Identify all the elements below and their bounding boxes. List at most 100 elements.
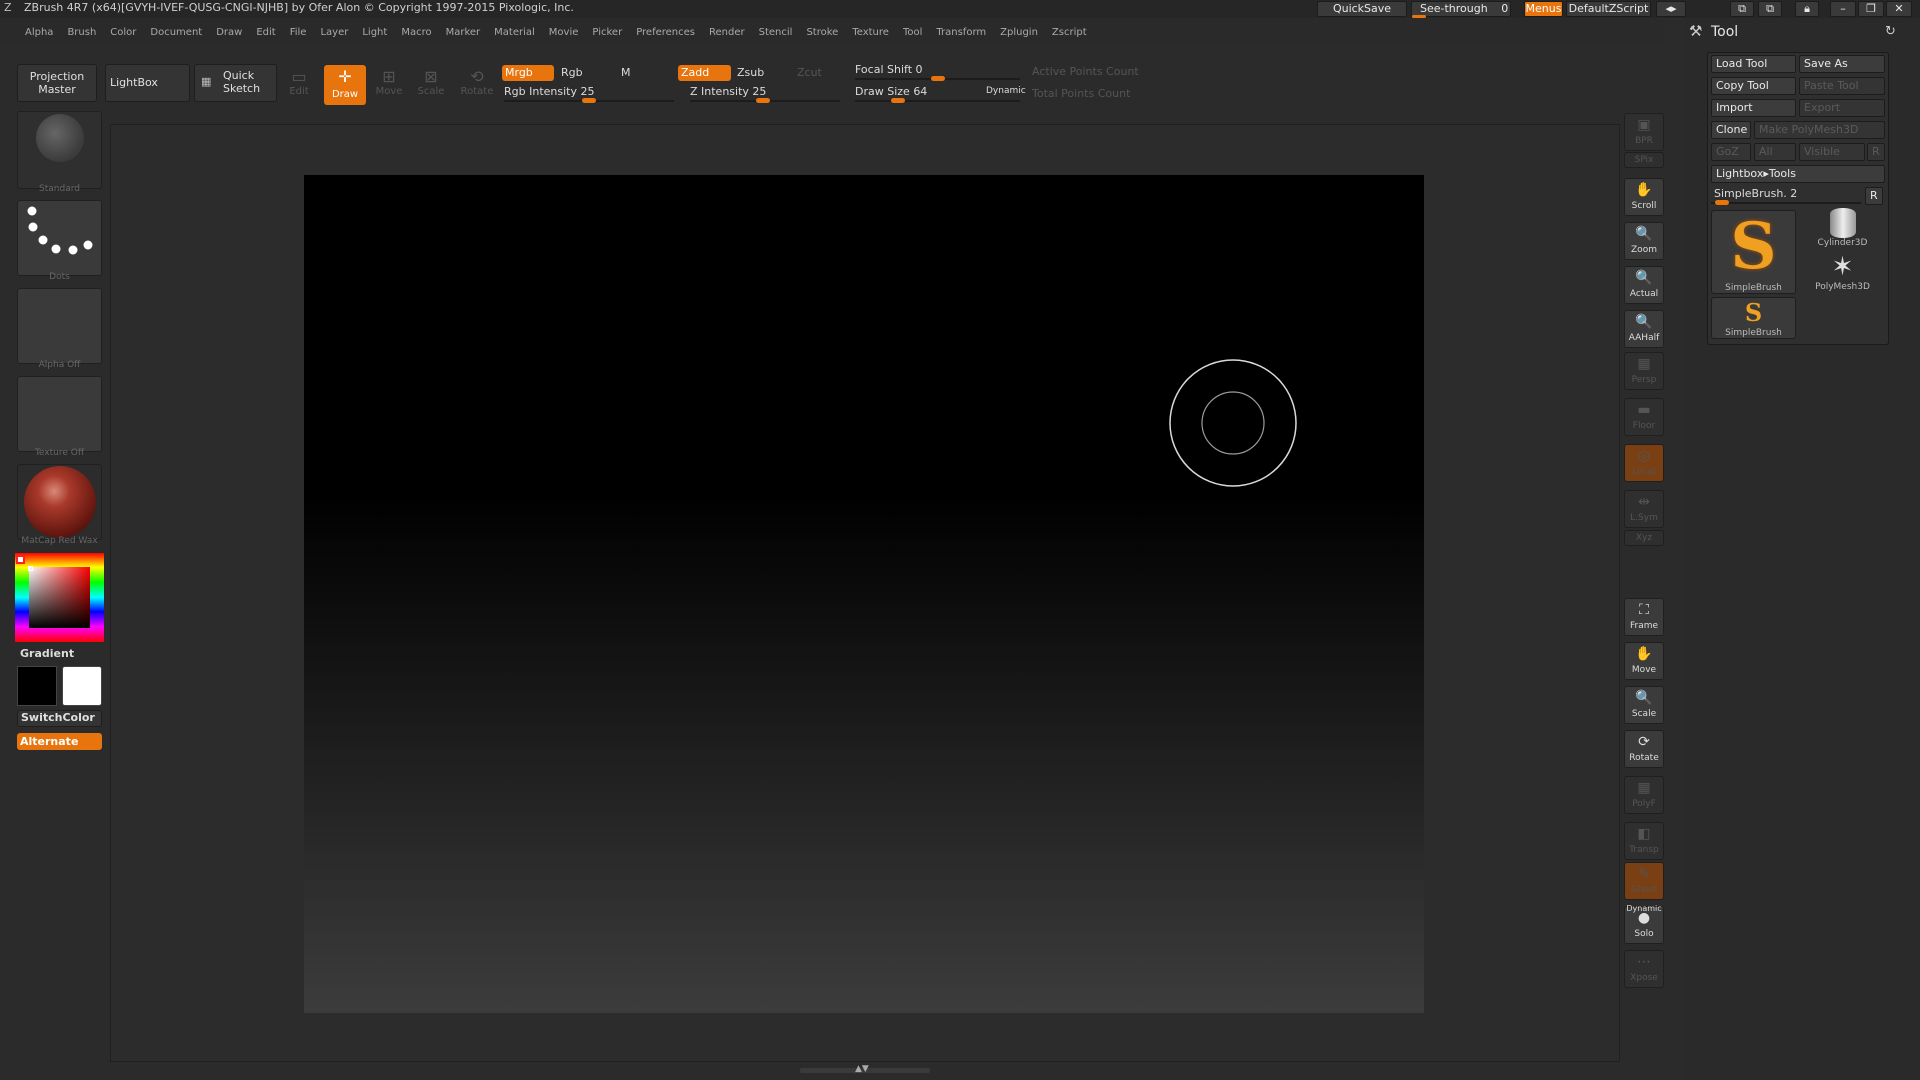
- menu-edit[interactable]: Edit: [249, 27, 282, 38]
- goz-button[interactable]: GoZ: [1711, 143, 1751, 161]
- right-tray-xpose-button[interactable]: ⋯ Xpose: [1624, 950, 1664, 988]
- mrgb-toggle[interactable]: Mrgb: [502, 65, 554, 81]
- layout-right-icon[interactable]: ⧉: [1758, 1, 1782, 17]
- move-button[interactable]: ⊞ Move: [374, 67, 404, 97]
- hue-marker[interactable]: [16, 555, 25, 564]
- menu-zscript[interactable]: Zscript: [1045, 27, 1094, 38]
- right-tray-scroll-button[interactable]: ✋ Scroll: [1624, 178, 1664, 216]
- see-through-knob[interactable]: [1412, 15, 1426, 18]
- right-tray-actual-button[interactable]: 🔍 Actual: [1624, 266, 1664, 304]
- menu-render[interactable]: Render: [702, 27, 752, 38]
- projection-master-button[interactable]: Projection Master: [17, 64, 97, 102]
- menu-light[interactable]: Light: [355, 27, 394, 38]
- brush-selector[interactable]: [17, 111, 102, 189]
- texture-selector[interactable]: [17, 376, 102, 452]
- tool-tile-simplebrush[interactable]: S SimpleBrush: [1711, 210, 1796, 294]
- zadd-toggle[interactable]: Zadd: [678, 65, 731, 81]
- restore-icon[interactable]: ❐: [1858, 1, 1884, 17]
- right-tray-lsym-button[interactable]: ⇹ L.Sym: [1624, 490, 1664, 528]
- menu-macro[interactable]: Macro: [394, 27, 438, 38]
- menu-picker[interactable]: Picker: [585, 27, 629, 38]
- zcut-toggle[interactable]: Zcut: [797, 65, 822, 81]
- lightbox-button[interactable]: LightBox: [105, 64, 190, 102]
- menu-material[interactable]: Material: [487, 27, 542, 38]
- secondary-color-swatch[interactable]: [62, 666, 102, 706]
- save-as-button[interactable]: Save As: [1799, 55, 1885, 73]
- main-color-swatch[interactable]: [17, 666, 57, 706]
- menu-transform[interactable]: Transform: [929, 27, 993, 38]
- edit-button[interactable]: ▭ Edit: [286, 67, 312, 97]
- dynamic-toggle[interactable]: Dynamic: [986, 86, 1026, 96]
- default-zscript-button[interactable]: DefaultZScript: [1566, 1, 1651, 17]
- scale-button[interactable]: ⊠ Scale: [416, 67, 446, 97]
- menu-zplugin[interactable]: Zplugin: [993, 27, 1045, 38]
- z-intensity-slider[interactable]: Z Intensity 25: [690, 85, 840, 103]
- menu-alpha[interactable]: Alpha: [18, 27, 60, 38]
- current-tool-knob[interactable]: [1715, 200, 1729, 205]
- menu-document[interactable]: Document: [143, 27, 209, 38]
- gradient-label[interactable]: Gradient: [20, 647, 74, 660]
- menu-layer[interactable]: Layer: [313, 27, 355, 38]
- layout-left-icon[interactable]: ⧉: [1730, 1, 1754, 17]
- right-tray-persp-button[interactable]: ▦ Persp: [1624, 352, 1664, 390]
- menu-brush[interactable]: Brush: [60, 27, 103, 38]
- z-intensity-knob[interactable]: [756, 98, 770, 103]
- menu-stencil[interactable]: Stencil: [752, 27, 800, 38]
- draw-size-knob[interactable]: [891, 98, 905, 103]
- palette-reset-icon[interactable]: ↻: [1885, 24, 1896, 39]
- right-tray-polyf-button[interactable]: ▦ PolyF: [1624, 776, 1664, 814]
- tool-tile-cylinder3d[interactable]: Cylinder3D: [1800, 208, 1885, 250]
- right-tray-transp-button[interactable]: ◧ Transp: [1624, 822, 1664, 860]
- paste-tool-button[interactable]: Paste Tool: [1799, 77, 1885, 95]
- color-picker[interactable]: [15, 553, 104, 642]
- focal-shift-knob[interactable]: [931, 76, 945, 81]
- alternate-button[interactable]: Alternate: [17, 733, 102, 750]
- m-toggle[interactable]: M: [621, 65, 631, 81]
- expand-tray-icon[interactable]: ▲▼: [855, 1064, 869, 1074]
- zsub-toggle[interactable]: Zsub: [737, 65, 764, 81]
- draw-button[interactable]: ✛ Draw: [324, 65, 366, 105]
- load-tool-button[interactable]: Load Tool: [1711, 55, 1796, 73]
- alpha-selector[interactable]: [17, 288, 102, 364]
- menu-tool[interactable]: Tool: [896, 27, 929, 38]
- right-tray-bpr-button[interactable]: ▣ BPR: [1624, 113, 1664, 151]
- rotate-button[interactable]: ⟲ Rotate: [460, 67, 494, 97]
- tray-toggle-icon[interactable]: ◂▸: [1656, 1, 1686, 17]
- menu-color[interactable]: Color: [103, 27, 143, 38]
- close-icon[interactable]: ✕: [1886, 1, 1912, 17]
- menu-file[interactable]: File: [283, 27, 314, 38]
- right-tray-rotate-button[interactable]: ⟳ Rotate: [1624, 730, 1664, 768]
- right-tray-move-button[interactable]: ✋ Move: [1624, 642, 1664, 680]
- see-through-slider[interactable]: See-through 0: [1411, 1, 1511, 17]
- right-tray-xyz-button[interactable]: Xyz: [1624, 530, 1664, 546]
- menu-preferences[interactable]: Preferences: [629, 27, 702, 38]
- right-tray-zoom-button[interactable]: 🔍 Zoom: [1624, 222, 1664, 260]
- focal-shift-slider[interactable]: Focal Shift 0: [855, 63, 1020, 81]
- color-saturation-square[interactable]: [29, 567, 90, 628]
- document-canvas[interactable]: [304, 175, 1424, 1013]
- rgb-intensity-slider[interactable]: Rgb Intensity 25: [504, 85, 674, 103]
- quick-sketch-button[interactable]: ▦ Quick Sketch: [194, 64, 277, 102]
- goz-all-button[interactable]: All: [1754, 143, 1796, 161]
- minimize-icon[interactable]: –: [1830, 1, 1856, 17]
- tool-tile-simplebrush-small[interactable]: S SimpleBrush: [1711, 297, 1796, 339]
- import-button[interactable]: Import: [1711, 99, 1796, 117]
- switch-color-button[interactable]: SwitchColor: [17, 710, 102, 727]
- tool-tile-polymesh3d[interactable]: ✶ PolyMesh3D: [1800, 252, 1885, 294]
- clone-button[interactable]: Clone: [1711, 121, 1751, 139]
- draw-size-slider[interactable]: Draw Size 64 Dynamic: [855, 85, 1026, 103]
- menu-texture[interactable]: Texture: [845, 27, 896, 38]
- goz-r-button[interactable]: R: [1867, 143, 1885, 161]
- current-tool-slider[interactable]: SimpleBrush. 2: [1711, 187, 1861, 205]
- copy-tool-button[interactable]: Copy Tool: [1711, 77, 1796, 95]
- right-tray-local-button[interactable]: ◎ Local: [1624, 444, 1664, 482]
- right-tray-scale-button[interactable]: 🔍 Scale: [1624, 686, 1664, 724]
- export-button[interactable]: Export: [1799, 99, 1885, 117]
- rgb-toggle[interactable]: Rgb: [561, 65, 583, 81]
- goz-visible-button[interactable]: Visible: [1799, 143, 1865, 161]
- lock-icon[interactable]: 🔒︎: [1795, 1, 1819, 17]
- menu-stroke[interactable]: Stroke: [799, 27, 845, 38]
- rgb-intensity-knob[interactable]: [582, 98, 596, 103]
- make-polymesh-button[interactable]: Make PolyMesh3D: [1754, 121, 1885, 139]
- right-tray-floor-button[interactable]: ▬ Floor: [1624, 398, 1664, 436]
